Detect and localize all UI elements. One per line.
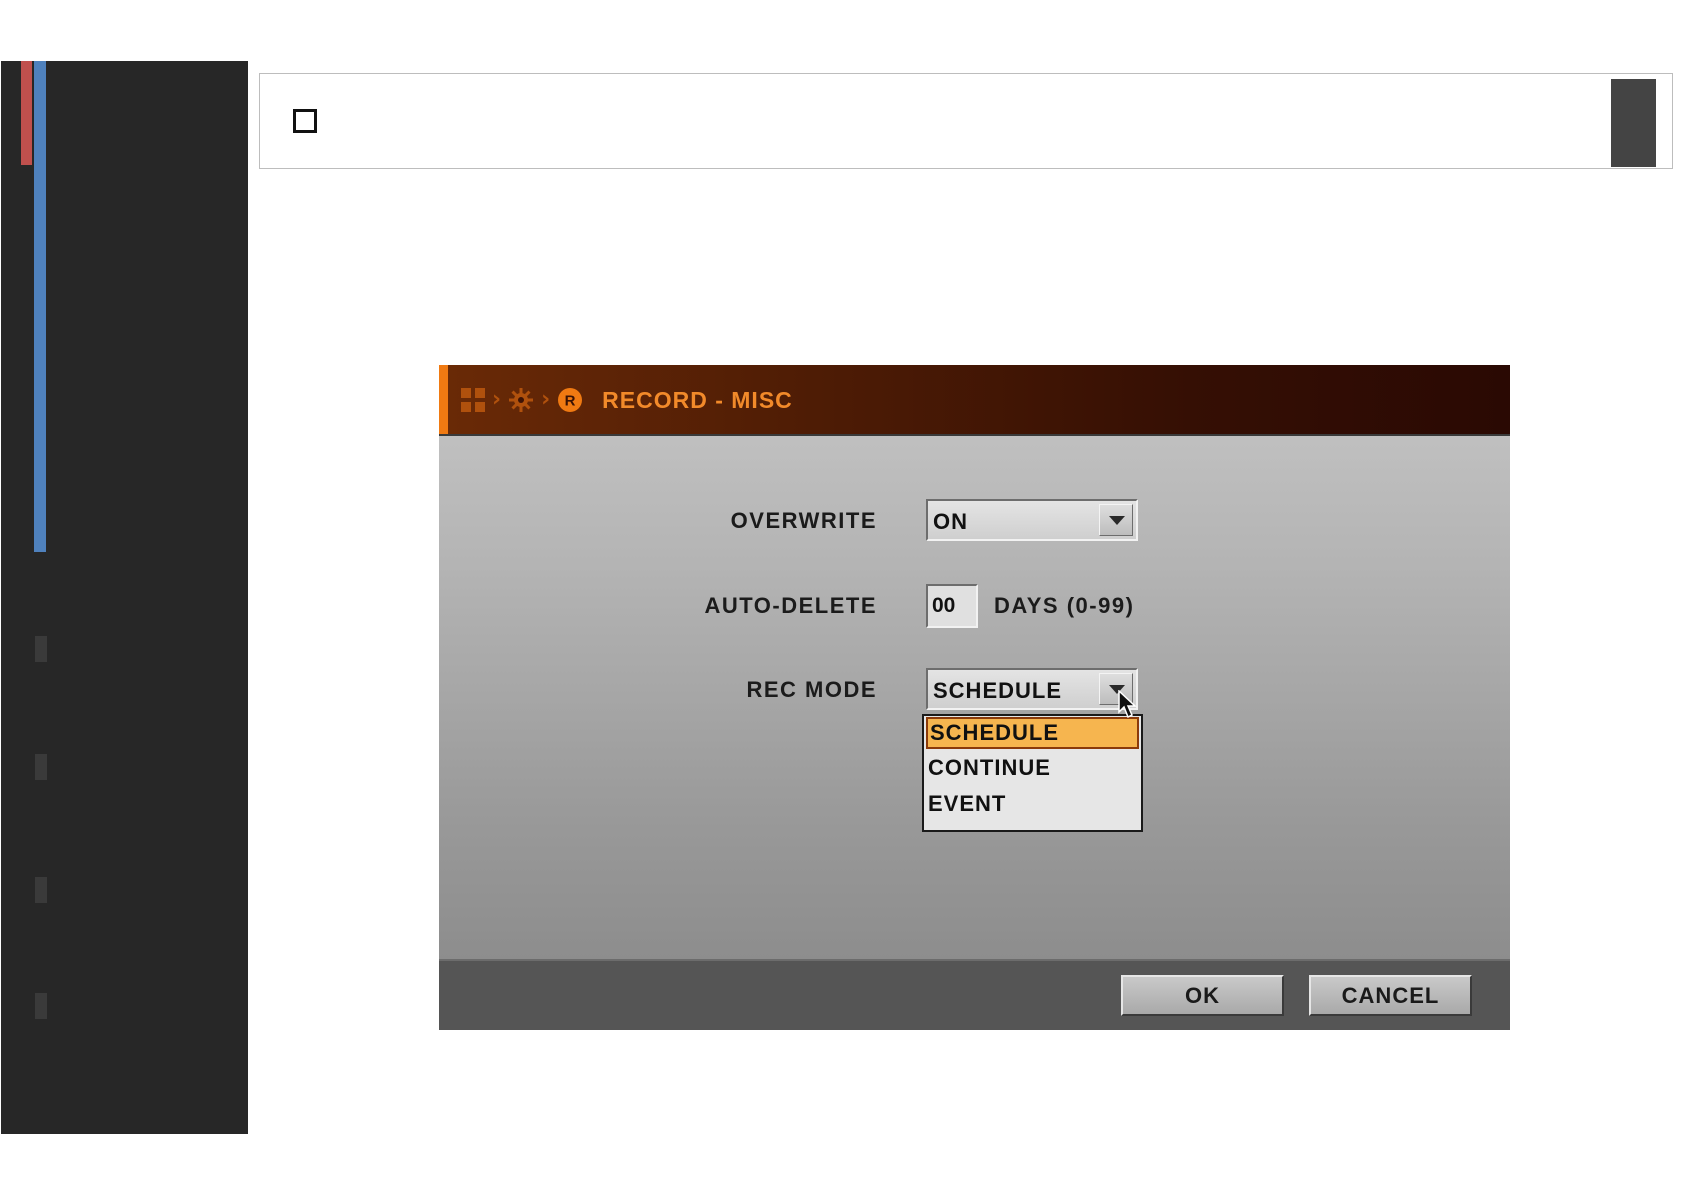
sidebar xyxy=(1,61,248,1134)
breadcrumb: › › R RECORD - MISC xyxy=(461,384,793,416)
dialog-title: RECORD - MISC xyxy=(602,386,793,413)
rec-mode-options-list: SCHEDULE CONTINUE EVENT xyxy=(922,714,1143,832)
top-bar xyxy=(259,73,1673,169)
rec-mode-value: SCHEDULE xyxy=(933,678,1063,703)
sidebar-tick xyxy=(35,877,47,903)
sidebar-marker-red xyxy=(21,61,32,165)
overwrite-value: ON xyxy=(933,509,968,534)
auto-delete-days-input[interactable]: 00 xyxy=(926,584,978,628)
overwrite-label: OVERWRITE xyxy=(730,508,877,533)
checkbox[interactable] xyxy=(293,109,317,133)
overwrite-select[interactable]: ON xyxy=(926,499,1138,541)
auto-delete-hint: DAYS (0-99) xyxy=(994,593,1135,618)
sidebar-marker-blue xyxy=(34,61,46,552)
rec-mode-label: REC MODE xyxy=(746,677,877,702)
chevron-down-icon xyxy=(1109,516,1125,525)
auto-delete-value: 00 xyxy=(932,594,956,617)
rec-mode-option-continue[interactable]: CONTINUE xyxy=(926,753,1139,785)
sidebar-tick xyxy=(35,636,47,662)
dialog-footer: OK CANCEL xyxy=(439,959,1510,1030)
overwrite-dropdown-button[interactable] xyxy=(1099,504,1133,536)
rec-mode-select[interactable]: SCHEDULE xyxy=(926,668,1138,710)
scrollbar-thumb[interactable] xyxy=(1611,79,1656,167)
auto-delete-label: AUTO-DELETE xyxy=(704,593,877,618)
svg-text:R: R xyxy=(565,393,576,410)
cancel-button[interactable]: CANCEL xyxy=(1309,975,1472,1016)
sidebar-tick xyxy=(35,754,47,780)
record-icon: R xyxy=(557,387,583,413)
chevron-right-icon: › xyxy=(492,387,502,412)
ok-button[interactable]: OK xyxy=(1121,975,1284,1016)
grid-icon[interactable] xyxy=(461,388,485,412)
gear-icon[interactable] xyxy=(508,387,534,413)
rec-mode-option-event[interactable]: EVENT xyxy=(926,789,1139,821)
dialog-titlebar: › › R RECORD - MISC xyxy=(439,365,1510,436)
chevron-right-icon: › xyxy=(541,387,551,412)
rec-mode-option-schedule[interactable]: SCHEDULE xyxy=(926,717,1139,749)
titlebar-accent xyxy=(439,365,448,434)
record-misc-dialog: › › R RECORD - MISC OVERWRITE ON AUTO-DE… xyxy=(439,365,1510,1030)
sidebar-tick xyxy=(35,993,47,1019)
mouse-cursor-icon xyxy=(1118,689,1138,724)
